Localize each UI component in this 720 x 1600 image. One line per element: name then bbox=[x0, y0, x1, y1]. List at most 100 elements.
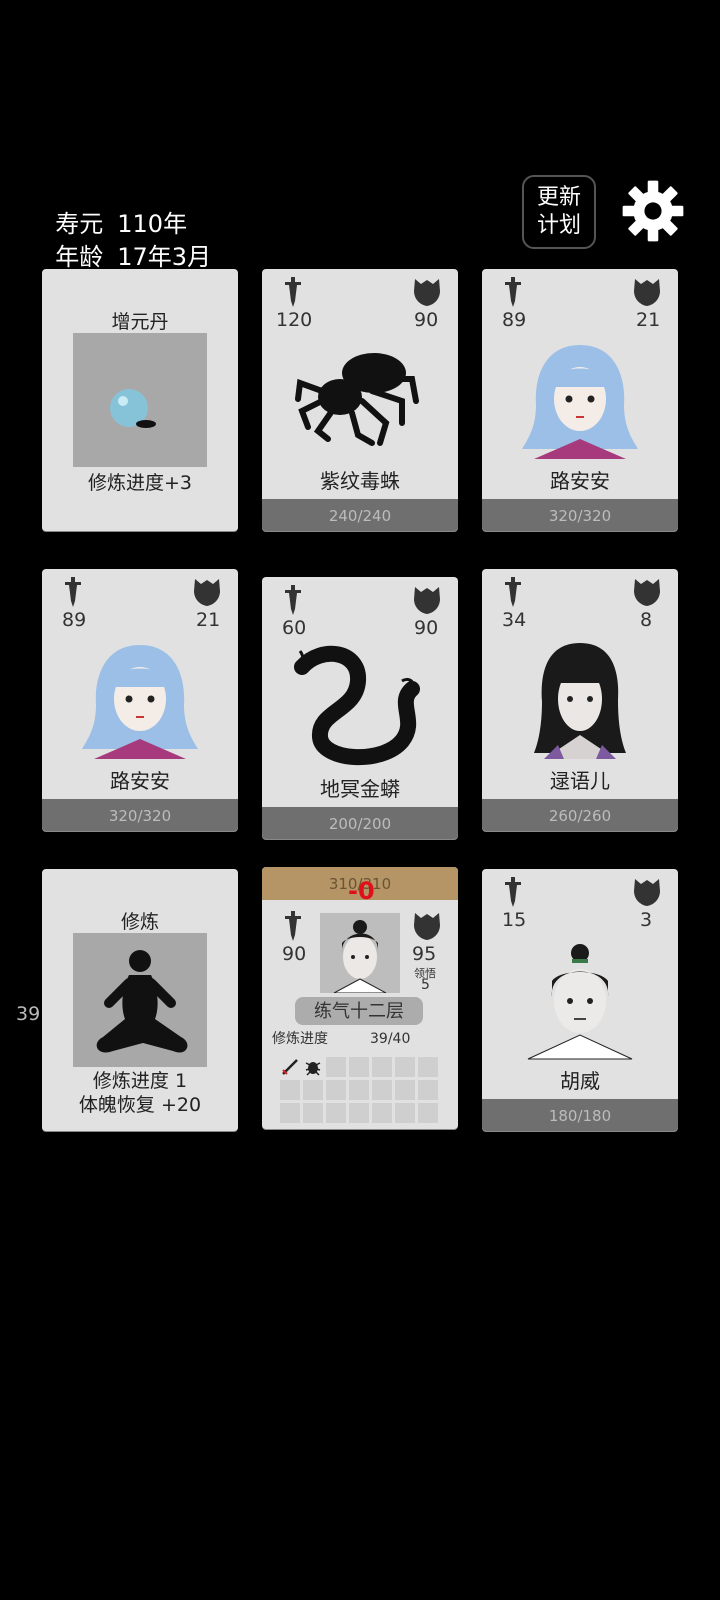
hp-bar: 320/320 bbox=[42, 799, 238, 831]
card-name: 地冥金蟒 bbox=[320, 777, 400, 801]
sword-icon bbox=[503, 577, 523, 607]
sword-icon bbox=[283, 585, 303, 615]
inventory-slot[interactable] bbox=[349, 1057, 369, 1077]
bug-item-icon[interactable] bbox=[303, 1057, 323, 1077]
girl-portrait bbox=[82, 645, 198, 759]
sword-item-icon[interactable] bbox=[280, 1057, 300, 1077]
card-cultivate[interactable]: 修炼 修炼进度 1 体魄恢复 +20 bbox=[42, 869, 238, 1131]
shield-icon bbox=[632, 277, 662, 307]
attack-value: 120 bbox=[276, 309, 313, 331]
defense-value: 90 bbox=[414, 617, 439, 639]
card-luanan-1[interactable]: 89 21 路安安 320/320 bbox=[482, 269, 678, 531]
inventory-slot[interactable] bbox=[326, 1080, 346, 1100]
damage-popup: -0 bbox=[348, 877, 375, 905]
side-counter: 39 bbox=[16, 1003, 41, 1025]
hp-bar: 180/180 bbox=[482, 1099, 678, 1131]
inventory-slot[interactable] bbox=[395, 1080, 415, 1100]
realm-badge: 练气十二层 bbox=[295, 997, 423, 1025]
sword-icon bbox=[63, 577, 83, 607]
player-portrait bbox=[320, 913, 400, 993]
hp-bar: 260/260 bbox=[482, 799, 678, 831]
card-name: 胡威 bbox=[560, 1069, 600, 1093]
card-pill[interactable]: 增元丹 修炼进度+3 bbox=[42, 269, 238, 531]
hp-bar: 240/240 bbox=[262, 499, 458, 531]
meditation-icon bbox=[96, 950, 188, 1053]
pill-icon bbox=[110, 389, 156, 428]
inventory-slot[interactable] bbox=[372, 1080, 392, 1100]
card-yuer[interactable]: 34 8 逯语儿 260/260 bbox=[482, 569, 678, 831]
card-name: 路安安 bbox=[110, 769, 170, 793]
comprehension-value: 5 bbox=[421, 977, 430, 993]
python-portrait bbox=[294, 645, 420, 766]
card-desc: 修炼进度+3 bbox=[87, 472, 192, 494]
age-row: 年龄 17年3月 bbox=[40, 209, 211, 272]
shield-icon bbox=[412, 277, 442, 307]
shield-icon bbox=[192, 577, 222, 607]
inventory-grid bbox=[280, 1057, 440, 1123]
inventory-slot[interactable] bbox=[395, 1057, 415, 1077]
defense-value: 3 bbox=[640, 909, 653, 931]
defense-value: 21 bbox=[196, 609, 221, 631]
inventory-slot[interactable] bbox=[418, 1080, 438, 1100]
inventory-slot[interactable] bbox=[303, 1103, 323, 1123]
woman-portrait bbox=[534, 643, 626, 759]
spider-portrait bbox=[295, 353, 419, 446]
shield-icon bbox=[412, 911, 442, 941]
card-python[interactable]: 60 90 地冥金蟒 200/200 bbox=[262, 577, 458, 839]
card-name: 路安安 bbox=[550, 469, 610, 493]
card-title: 增元丹 bbox=[111, 311, 169, 333]
progress-value: 39/40 bbox=[370, 1031, 411, 1047]
attack-value: 89 bbox=[62, 609, 87, 631]
inventory-slot[interactable] bbox=[395, 1103, 415, 1123]
card-spider[interactable]: 120 90 紫纹毒蛛 240/240 bbox=[262, 269, 458, 531]
body-recovery: 体魄恢复 +20 bbox=[78, 1094, 202, 1116]
defense-value: 95 bbox=[412, 943, 437, 965]
age-value: 17年3月 bbox=[117, 243, 212, 271]
inventory-slot[interactable] bbox=[280, 1103, 300, 1123]
defense-value: 90 bbox=[414, 309, 439, 331]
card-title: 修炼 bbox=[120, 911, 159, 933]
inventory-slot[interactable] bbox=[303, 1080, 323, 1100]
shield-icon bbox=[412, 585, 442, 615]
attack-value: 15 bbox=[502, 909, 527, 931]
defense-value: 8 bbox=[640, 609, 653, 631]
inventory-slot[interactable] bbox=[326, 1057, 346, 1077]
inventory-slot[interactable] bbox=[418, 1057, 438, 1077]
inventory-slot[interactable] bbox=[326, 1103, 346, 1123]
hp-bar: 320/320 bbox=[482, 499, 678, 531]
shield-icon bbox=[632, 877, 662, 907]
man-portrait bbox=[527, 944, 633, 1060]
card-luanan-2[interactable]: 89 21 路安安 320/320 bbox=[42, 569, 238, 831]
hp-bar: 200/200 bbox=[262, 807, 458, 839]
attack-value: 34 bbox=[502, 609, 527, 631]
card-name: 紫纹毒蛛 bbox=[320, 469, 400, 493]
meditation-image bbox=[73, 933, 207, 1067]
update-plan-button[interactable]: 更新 计划 bbox=[522, 175, 596, 249]
sword-icon bbox=[503, 277, 523, 307]
sword-icon bbox=[283, 911, 303, 941]
update-plan-label-2: 计划 bbox=[536, 213, 581, 238]
inventory-slot[interactable] bbox=[280, 1080, 300, 1100]
inventory-slot[interactable] bbox=[418, 1103, 438, 1123]
inventory-slot[interactable] bbox=[349, 1080, 369, 1100]
age-label: 年龄 bbox=[55, 243, 104, 271]
inventory-slot[interactable] bbox=[349, 1103, 369, 1123]
card-name: 逯语儿 bbox=[550, 769, 610, 793]
shield-icon bbox=[632, 577, 662, 607]
progress-label: 修炼进度 bbox=[272, 1031, 328, 1047]
gear-icon[interactable] bbox=[620, 178, 686, 244]
sword-icon bbox=[503, 877, 523, 907]
attack-value: 60 bbox=[282, 617, 307, 639]
girl-portrait bbox=[522, 345, 638, 459]
card-huwei[interactable]: 15 3 胡威 180/180 bbox=[482, 869, 678, 1131]
sword-icon bbox=[283, 277, 303, 307]
inventory-slot[interactable] bbox=[372, 1057, 392, 1077]
update-plan-label-1: 更新 bbox=[536, 185, 581, 210]
defense-value: 21 bbox=[636, 309, 661, 331]
attack-value: 89 bbox=[502, 309, 527, 331]
inventory-slot[interactable] bbox=[372, 1103, 392, 1123]
cultivate-progress: 修炼进度 1 bbox=[92, 1070, 188, 1092]
pill-image bbox=[73, 333, 207, 467]
attack-value: 90 bbox=[282, 943, 307, 965]
card-player[interactable]: 310/310 -0 90 95 领悟 5 练气十二层 修炼进度 39/40 bbox=[262, 867, 458, 1129]
